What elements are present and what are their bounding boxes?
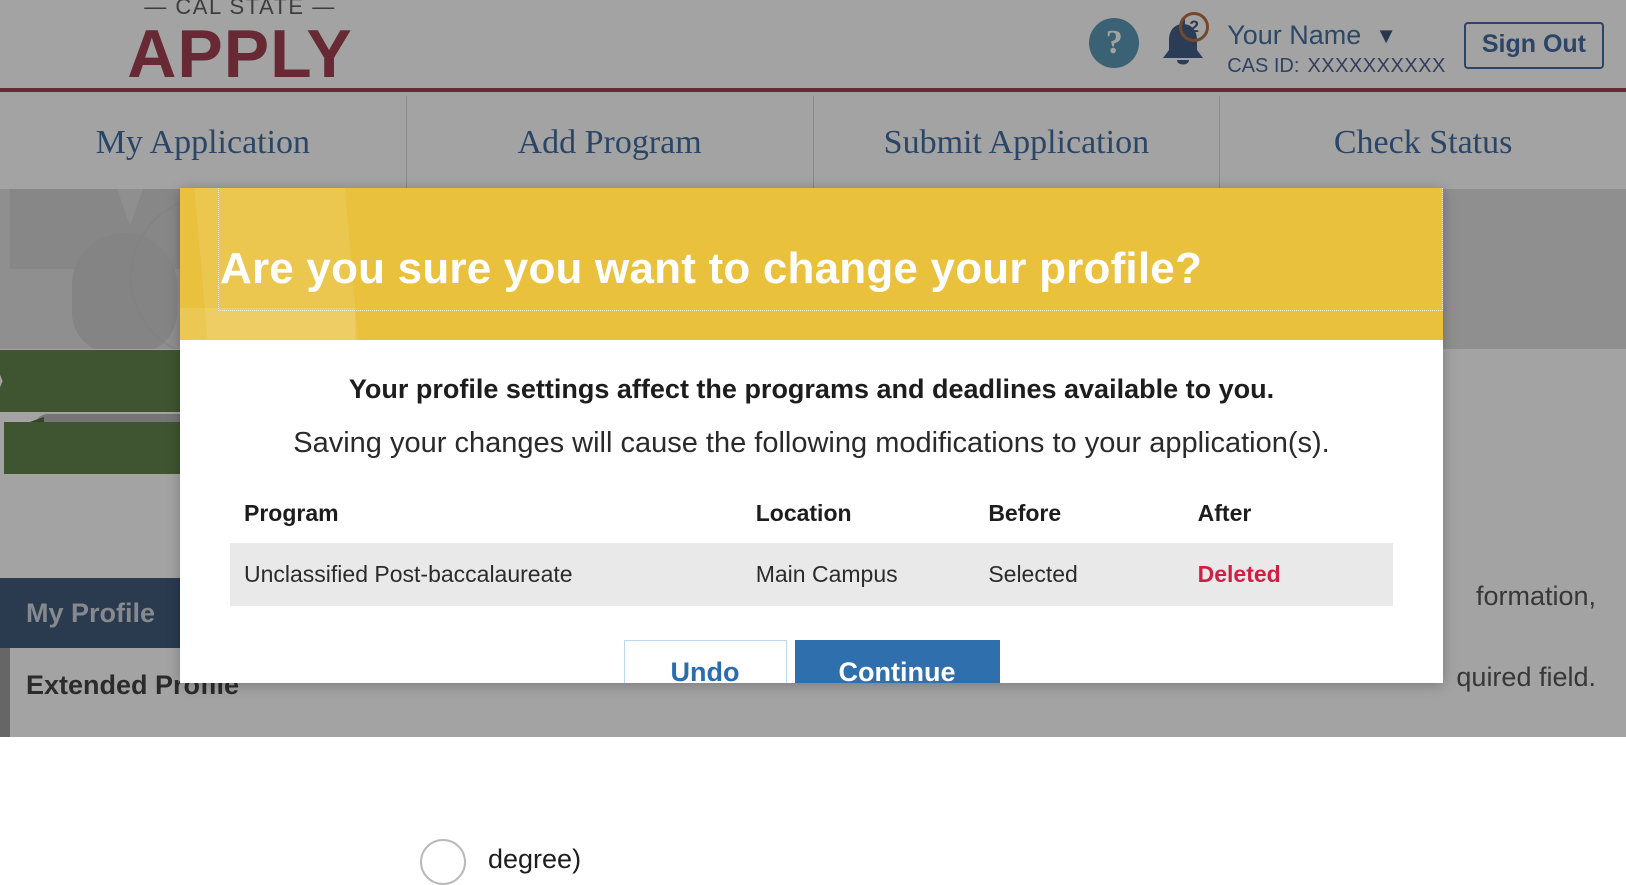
changes-table: Program Location Before After Unclassifi… [230,500,1393,606]
modal-actions: Undo Continue [180,640,1443,683]
column-header-before: Before [988,500,1062,526]
column-header-after: After [1197,500,1252,526]
cell-after-status: Deleted [1183,543,1393,606]
confirm-profile-change-modal: Are you sure you want to change your pro… [180,188,1443,683]
modal-body: Your profile settings affect the program… [180,374,1443,683]
degree-option-label: degree) [488,844,582,874]
degree-radio-button[interactable] [420,839,466,885]
column-header-location: Location [755,500,852,526]
table-header-row: Program Location Before After [230,500,1393,543]
cell-before: Selected [974,543,1184,606]
table-row: Unclassified Post-baccalaureate Main Cam… [230,543,1393,606]
cell-program: Unclassified Post-baccalaureate [230,543,742,606]
watermark-shape-2 [180,308,355,340]
column-header-program: Program [244,500,339,526]
undo-button[interactable]: Undo [623,640,787,683]
cell-location: Main Campus [741,543,975,606]
modal-message-secondary: Saving your changes will cause the follo… [293,427,1330,459]
modal-header: Are you sure you want to change your pro… [180,188,1443,340]
continue-button[interactable]: Continue [794,640,1000,683]
modal-message-primary: Your profile settings affect the program… [348,374,1275,404]
modal-title: Are you sure you want to change your pro… [220,244,1203,293]
